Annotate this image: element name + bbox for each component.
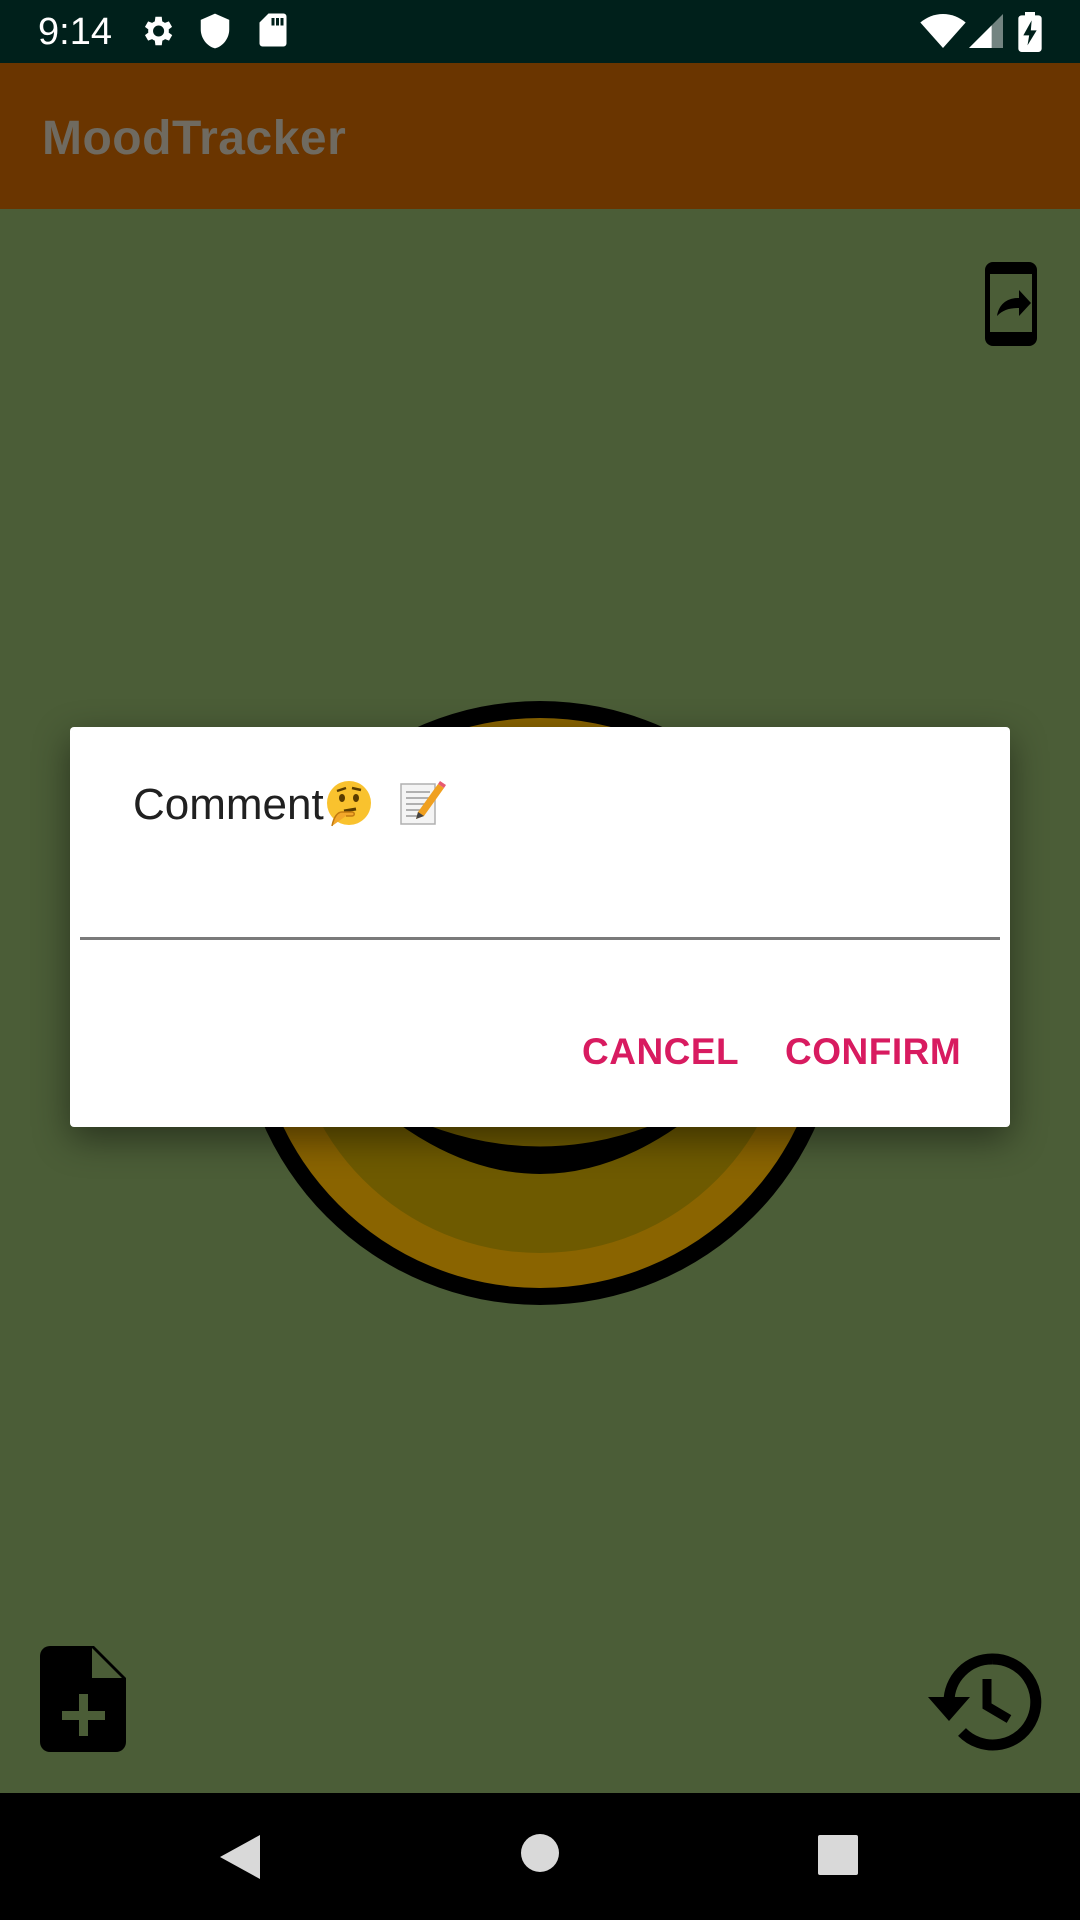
shield-icon — [200, 13, 230, 49]
sd-card-icon — [259, 13, 287, 47]
phone-forward-icon[interactable] — [983, 260, 1039, 348]
status-time: 9:14 — [38, 11, 112, 53]
confirm-button[interactable]: CONFIRM — [775, 1017, 971, 1087]
app-title: MoodTracker — [42, 112, 347, 165]
memo-icon — [400, 781, 446, 826]
signal-icon — [969, 14, 1003, 48]
status-bar: 9:14 — [0, 0, 1080, 63]
cancel-button[interactable]: CANCEL — [572, 1017, 749, 1087]
battery-charging-icon — [1018, 12, 1042, 52]
comment-input[interactable] — [80, 857, 1000, 940]
app-bar: MoodTracker — [0, 63, 1080, 209]
back-icon[interactable] — [218, 1833, 262, 1881]
home-icon[interactable] — [520, 1833, 560, 1873]
wifi-icon — [920, 14, 966, 48]
gear-icon — [144, 16, 173, 46]
note-add-icon[interactable] — [40, 1646, 126, 1752]
comment-dialog: Comment CANCEL CONFIRM — [70, 727, 1010, 1127]
navigation-bar — [0, 1793, 1080, 1920]
history-icon[interactable] — [926, 1653, 1042, 1751]
thinking-face-icon — [326, 781, 371, 827]
recents-icon[interactable] — [818, 1835, 858, 1875]
dialog-title-text: Comment — [133, 780, 324, 829]
dialog-title: Comment — [133, 779, 446, 831]
